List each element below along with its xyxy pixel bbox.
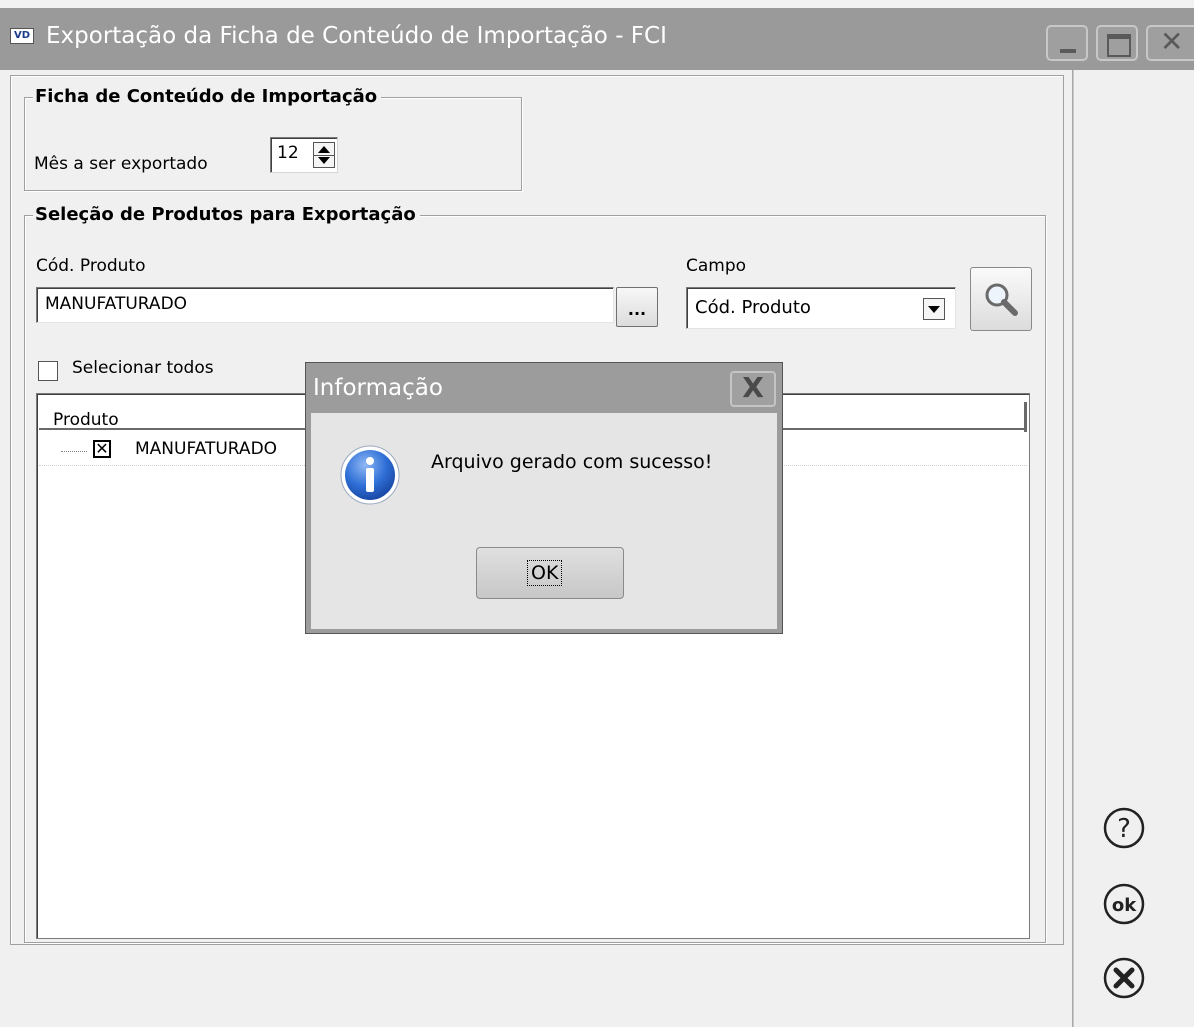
window-titlebar[interactable]: VD Exportação da Ficha de Conteúdo de Im… [0, 0, 1194, 70]
spin-down-icon[interactable] [318, 157, 330, 164]
month-value[interactable]: 12 [277, 143, 299, 163]
help-icon: ? [1103, 807, 1145, 849]
search-button[interactable] [970, 267, 1032, 331]
spinner-divider [314, 155, 334, 156]
close-icon: ✕ [1160, 25, 1184, 58]
ficha-group-legend: Ficha de Conteúdo de Importação [33, 86, 382, 107]
selecao-group-legend: Seleção de Produtos para Exportação [33, 204, 420, 225]
right-separator [1072, 70, 1074, 1027]
month-spinner[interactable]: 12 [270, 137, 338, 173]
spin-up-icon[interactable] [318, 146, 330, 153]
svg-text:ok: ok [1112, 895, 1137, 916]
ok-button[interactable]: OK [476, 547, 624, 599]
product-code-label: Cód. Produto [36, 256, 146, 276]
minimize-button[interactable] [1046, 25, 1088, 61]
window-title: Exportação da Ficha de Conteúdo de Impor… [46, 23, 667, 49]
ok-action-button[interactable]: ok [1102, 882, 1146, 926]
tree-connector [61, 451, 87, 452]
help-button[interactable]: ? [1102, 806, 1146, 850]
select-all-label[interactable]: Selecionar todos [72, 358, 214, 378]
info-dialog[interactable]: Informação X Arquivo gerado com sucesso!… [305, 362, 783, 634]
cancel-icon [1103, 957, 1145, 999]
dialog-close-button[interactable]: X [730, 371, 776, 407]
product-code-input[interactable]: MANUFATURADO [36, 287, 614, 323]
ok-icon: ok [1103, 883, 1145, 925]
browse-button[interactable]: ... [616, 287, 658, 327]
cancel-action-button[interactable] [1102, 956, 1146, 1000]
spinner-buttons[interactable] [313, 142, 335, 168]
chevron-down-icon[interactable] [923, 298, 945, 320]
column-header-produto[interactable]: Produto [53, 410, 119, 430]
select-all-checkbox[interactable] [38, 361, 58, 381]
field-select[interactable]: Cód. Produto [686, 287, 956, 329]
search-icon [985, 283, 1018, 316]
dialog-title: Informação [313, 375, 443, 401]
svg-text:?: ? [1117, 814, 1131, 844]
field-select-value: Cód. Produto [695, 297, 811, 318]
close-icon: X [742, 371, 764, 404]
ok-button-label: OK [527, 560, 563, 586]
field-label: Campo [686, 256, 747, 276]
dialog-message: Arquivo gerado com sucesso! [431, 451, 713, 473]
column-separator [1024, 402, 1027, 432]
dialog-body: Arquivo gerado com sucesso! OK [311, 413, 777, 629]
row-checkbox[interactable]: ✕ [93, 440, 111, 458]
row-label: MANUFATURADO [135, 439, 278, 459]
window-close-button[interactable]: ✕ [1146, 25, 1194, 61]
maximize-button[interactable] [1096, 25, 1138, 61]
info-icon [340, 445, 400, 505]
app-icon: VD [10, 28, 34, 44]
month-label: Mês a ser exportado [34, 154, 208, 174]
